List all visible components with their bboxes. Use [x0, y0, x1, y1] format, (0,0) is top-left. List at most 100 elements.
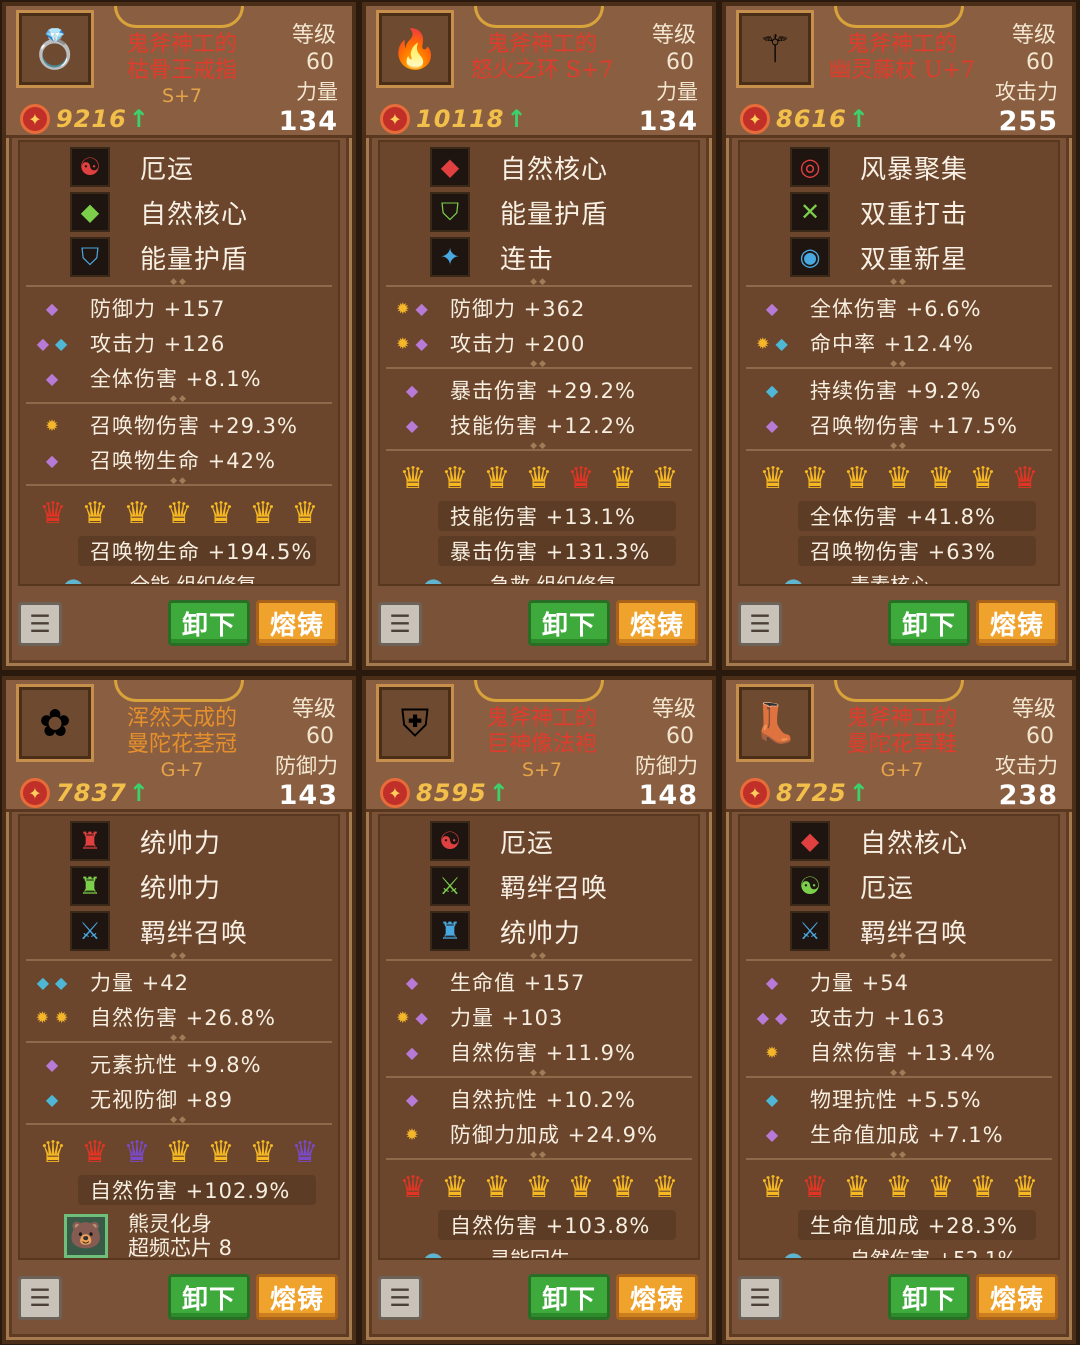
power-value: 8595 — [416, 779, 487, 807]
crown-icon: ♛ — [927, 461, 955, 496]
equipment-card[interactable]: 💍 鬼斧神工的 枯骨王戒指 S+7 等级 60 力量 134 ✦ 9216 ↑ ☯ 厄运 ◆ 自然核心 ⛉ 能量… — [2, 2, 356, 670]
level-label: 等级 — [291, 697, 336, 722]
crown-icon: ♛ — [483, 1170, 511, 1205]
equipment-card[interactable]: 👢 鬼斧神工的 曼陀花草鞋 G+7 等级 60 攻击力 238 ✦ 8725 ↑ ◆ 自然核心 ☯ 厄运 ⚔ 羁… — [722, 676, 1076, 1344]
divider — [746, 959, 1052, 961]
list-menu-button[interactable]: ☰ — [378, 1276, 422, 1320]
skill-row[interactable]: ⛉ 能量护盾 — [430, 191, 608, 233]
stat-row: ✹◆ 力量 +103 — [380, 1002, 563, 1032]
list-menu-button[interactable]: ☰ — [738, 602, 782, 646]
level-value: 60 — [1026, 50, 1054, 75]
ring-icon[interactable]: 💍 — [16, 10, 94, 88]
main-stat-value: 148 — [638, 780, 698, 811]
gem-slots: ✹ — [380, 1125, 450, 1144]
forge-button[interactable]: 熔铸 — [256, 600, 338, 646]
divider — [26, 484, 332, 486]
stat-row: ◆ 防御力 +157 — [20, 293, 225, 323]
skill-row[interactable]: ☯ 厄运 — [70, 146, 194, 188]
forge-button[interactable]: 熔铸 — [616, 600, 698, 646]
forge-button[interactable]: 熔铸 — [976, 600, 1058, 646]
skill-row[interactable]: ⚔ 羁绊召唤 — [70, 910, 248, 952]
stat-text: 防御力加成 +24.9% — [450, 1123, 658, 1147]
list-menu-button[interactable]: ☰ — [378, 602, 422, 646]
header-ornament — [834, 680, 964, 702]
gem-icon: ◆ — [45, 368, 65, 388]
stat-text: 无视防御 +89 — [90, 1088, 233, 1112]
leadership-icon: ♜ — [70, 866, 110, 906]
skill-row[interactable]: ✦ 连击 — [430, 236, 554, 278]
header-ornament — [114, 6, 244, 28]
forge-button[interactable]: 熔铸 — [976, 1274, 1058, 1320]
overclock-chip[interactable]: 🐻 熊灵化身 超频芯片 8 — [64, 1212, 232, 1258]
unequip-button[interactable]: 卸下 — [888, 1274, 970, 1320]
fire-ring-icon[interactable]: 🔥 — [376, 10, 454, 88]
gem-icon: ✹ — [35, 1007, 55, 1027]
equipment-card[interactable]: ✿ 浑然天成的 曼陀花茎冠 G+7 等级 60 防御力 143 ✦ 7837 ↑ ♜ 统帅力 ♜ 统帅力 ⚔ 羁… — [2, 676, 356, 1344]
upgrade-arrow-icon: ↑ — [128, 105, 149, 133]
skill-name: 双重打击 — [860, 199, 969, 230]
list-menu-button[interactable]: ☰ — [18, 602, 62, 646]
skill-row[interactable]: ♜ 统帅力 — [70, 865, 221, 907]
partial-skill-icon: ● — [422, 573, 462, 584]
list-menu-button[interactable]: ☰ — [738, 1276, 782, 1320]
unequip-button[interactable]: 卸下 — [168, 1274, 250, 1320]
power-flame-icon: ✦ — [20, 778, 50, 808]
bonus-stat: 暴击伤害 +131.3% — [438, 536, 676, 566]
gem-slots: ◆◆ — [740, 1008, 810, 1027]
unequip-button[interactable]: 卸下 — [888, 600, 970, 646]
staff-icon[interactable]: ⚚ — [736, 10, 814, 88]
skill-row[interactable]: ◆ 自然核心 — [70, 191, 248, 233]
skill-row[interactable]: ⛉ 能量护盾 — [70, 236, 248, 278]
stat-row: ✹◆ 防御力 +362 — [380, 293, 585, 323]
stat-text: 全体伤害 +8.1% — [90, 367, 262, 391]
forge-button[interactable]: 熔铸 — [616, 1274, 698, 1320]
skill-row[interactable]: ☯ 厄运 — [790, 865, 914, 907]
skill-row[interactable]: ♜ 统帅力 — [70, 820, 221, 862]
partial-skill-icon: ● — [782, 573, 822, 584]
item-name-line: 怒火之环 S+7 — [470, 58, 614, 83]
unequip-button[interactable]: 卸下 — [528, 1274, 610, 1320]
skill-row[interactable]: ☯ 厄运 — [430, 820, 554, 862]
equipment-card[interactable]: 🔥 鬼斧神工的 怒火之环 S+7 等级 60 力量 134 ✦ 10118 ↑ ◆ 自然核心 ⛉ 能量护盾… — [362, 2, 716, 670]
equipment-card[interactable]: ⚚ 鬼斧神工的 幽灵藤杖 U+7 等级 60 攻击力 255 ✦ 8616 ↑ ◎ 风暴聚集 ✕ 双重打击… — [722, 2, 1076, 670]
list-icon: ☰ — [29, 610, 51, 638]
gem-slots: ◆ — [740, 1090, 810, 1109]
stat-text: 自然抗性 +10.2% — [450, 1088, 636, 1112]
unequip-button[interactable]: 卸下 — [168, 600, 250, 646]
list-menu-button[interactable]: ☰ — [18, 1276, 62, 1320]
skill-row[interactable]: ⚔ 羁绊召唤 — [430, 865, 608, 907]
forge-button[interactable]: 熔铸 — [256, 1274, 338, 1320]
skill-row[interactable]: ✕ 双重打击 — [790, 191, 968, 233]
skill-name: 双重新星 — [860, 244, 969, 275]
gem-icon: ◆ — [405, 972, 425, 992]
divider — [386, 959, 692, 961]
card-header: 🔥 鬼斧神工的 怒火之环 S+7 等级 60 力量 134 ✦ 10118 ↑ — [366, 6, 712, 138]
divider — [746, 1158, 1052, 1160]
skill-row[interactable]: ◉ 双重新星 — [790, 236, 968, 278]
crown-icon: ♛ — [399, 461, 427, 496]
stat-text: 自然伤害 +11.9% — [450, 1041, 636, 1065]
crown-icon: ♛ — [291, 1135, 319, 1170]
header-ornament — [114, 680, 244, 702]
item-name-line: 鬼斧神工的 — [486, 706, 597, 731]
skill-row[interactable]: ◎ 风暴聚集 — [790, 146, 968, 188]
quality-crowns: ♛ ♛ ♛ ♛ ♛ ♛ ♛ — [20, 1135, 338, 1171]
crown-icon: ♛ — [441, 1170, 469, 1205]
crown-icon: ♛ — [525, 461, 553, 496]
list-icon: ☰ — [389, 1284, 411, 1312]
equipment-card[interactable]: ⛨ 鬼斧神工的 巨神像法袍 S+7 等级 60 防御力 148 ✦ 8595 ↑ ☯ 厄运 ⚔ 羁绊召唤 ♜ 统… — [362, 676, 716, 1344]
skill-row[interactable]: ♜ 统帅力 — [430, 910, 581, 952]
stat-text: 物理抗性 +5.5% — [810, 1088, 982, 1112]
robe-icon[interactable]: ⛨ — [376, 684, 454, 762]
skill-row[interactable]: ⚔ 羁绊召唤 — [790, 910, 968, 952]
stat-text: 技能伤害 +12.2% — [450, 414, 636, 438]
stat-text: 自然伤害 +13.4% — [810, 1041, 996, 1065]
boots-icon[interactable]: 👢 — [736, 684, 814, 762]
level-label: 等级 — [1011, 23, 1056, 48]
crown-helmet-icon[interactable]: ✿ — [16, 684, 94, 762]
storm-gather-icon: ◎ — [790, 147, 830, 187]
unequip-button[interactable]: 卸下 — [528, 600, 610, 646]
skill-row[interactable]: ◆ 自然核心 — [430, 146, 608, 188]
skill-name: 羁绊召唤 — [140, 918, 249, 949]
skill-row[interactable]: ◆ 自然核心 — [790, 820, 968, 862]
